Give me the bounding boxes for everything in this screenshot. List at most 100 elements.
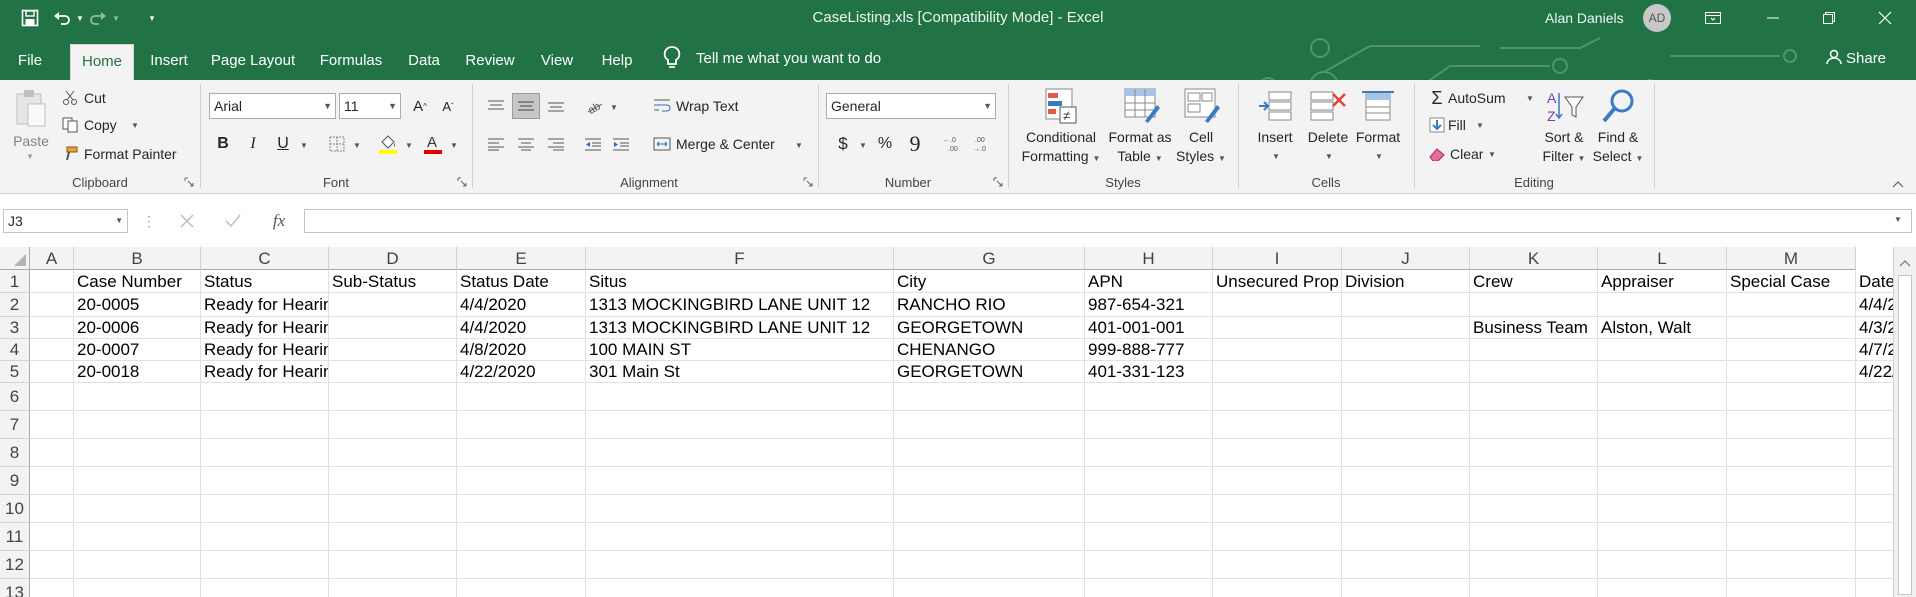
sheet-cell[interactable] [1727, 411, 1856, 439]
sheet-cell[interactable] [1342, 411, 1470, 439]
sheet-cell[interactable] [1342, 467, 1470, 495]
number-launcher-icon[interactable] [993, 177, 1003, 187]
find-select-button[interactable]: Select ▼ [1592, 147, 1644, 168]
sheet-cell[interactable] [1342, 361, 1470, 383]
sheet-cell[interactable] [894, 579, 1085, 597]
sheet-cell[interactable] [30, 439, 74, 467]
align-right-icon[interactable] [542, 131, 570, 157]
sheet-cell[interactable] [329, 579, 457, 597]
sheet-cell[interactable] [30, 293, 74, 317]
comma-style-button[interactable]: 9 [904, 131, 926, 157]
paste-dropdown-icon[interactable]: ▼ [26, 152, 34, 161]
sheet-cell[interactable] [74, 523, 201, 551]
column-header[interactable]: D [329, 247, 457, 270]
insert-dropdown-icon[interactable]: ▼ [1272, 152, 1280, 161]
sheet-cell[interactable] [586, 523, 894, 551]
sheet-cell[interactable] [329, 495, 457, 523]
sheet-cell[interactable] [894, 439, 1085, 467]
italic-button[interactable]: I [242, 131, 264, 157]
cut-button[interactable]: Cut [84, 88, 106, 108]
sheet-cell[interactable] [1342, 293, 1470, 317]
sheet-cell[interactable] [457, 495, 586, 523]
sheet-cell[interactable]: Ready for Hearing [201, 339, 329, 361]
sheet-cell[interactable] [1085, 523, 1213, 551]
tab-data[interactable]: Data [400, 44, 448, 80]
sheet-cell[interactable] [1213, 579, 1342, 597]
sheet-cell[interactable] [1470, 495, 1598, 523]
orientation-dropdown-icon[interactable]: ▼ [610, 103, 618, 112]
sheet-cell[interactable] [30, 270, 74, 293]
paste-icon[interactable] [10, 86, 52, 130]
sheet-cell[interactable] [894, 383, 1085, 411]
cell-styles-label-1[interactable]: Cell [1168, 128, 1234, 147]
sheet-cell[interactable] [1342, 317, 1470, 339]
sheet-cell[interactable] [586, 495, 894, 523]
fill-color-icon[interactable] [375, 131, 401, 157]
sheet-cell[interactable] [1727, 361, 1856, 383]
sheet-cell[interactable] [1342, 551, 1470, 579]
column-header[interactable]: F [586, 247, 894, 270]
sheet-cell[interactable] [1470, 523, 1598, 551]
sheet-cell[interactable]: 20-0006 [74, 317, 201, 339]
sheet-cell[interactable]: 20-0018 [74, 361, 201, 383]
row-header[interactable]: 4 [0, 339, 30, 361]
sheet-cell[interactable] [329, 361, 457, 383]
sheet-cell[interactable]: 4/4/2020 [457, 293, 586, 317]
row-header[interactable]: 8 [0, 439, 30, 467]
scroll-thumb[interactable] [1898, 275, 1912, 595]
accounting-dropdown-icon[interactable]: ▼ [859, 141, 867, 150]
sheet-cell[interactable]: Ready for Hearing [201, 317, 329, 339]
select-all-corner[interactable] [0, 247, 30, 270]
column-header[interactable]: A [30, 247, 74, 270]
align-center-icon[interactable] [512, 131, 540, 157]
name-box[interactable]: J3 ▼ [3, 209, 128, 233]
sheet-cell[interactable]: 999-888-777 [1085, 339, 1213, 361]
underline-dropdown-icon[interactable]: ▼ [300, 141, 308, 150]
sheet-cell[interactable]: Status [201, 270, 329, 293]
tab-page-layout[interactable]: Page Layout [206, 44, 300, 80]
sheet-cell[interactable] [329, 551, 457, 579]
minimize-icon[interactable] [1750, 0, 1796, 36]
sheet-cell[interactable]: Ready for Hearing [201, 361, 329, 383]
sheet-cell[interactable]: RANCHO RIO [894, 293, 1085, 317]
sheet-cell[interactable]: Situs [586, 270, 894, 293]
sheet-cell[interactable] [457, 523, 586, 551]
sheet-cell[interactable] [329, 339, 457, 361]
sheet-cell[interactable] [1342, 439, 1470, 467]
sheet-cell[interactable] [1085, 495, 1213, 523]
tab-help[interactable]: Help [592, 44, 642, 80]
row-header[interactable]: 9 [0, 467, 30, 495]
sheet-cell[interactable] [74, 439, 201, 467]
decrease-font-size-icon[interactable]: Aˇ [436, 93, 460, 119]
column-header[interactable]: G [894, 247, 1085, 270]
find-select-label-1[interactable]: Find & [1592, 128, 1644, 147]
font-name-combo[interactable]: Arial ▼ [209, 93, 336, 119]
redo-icon[interactable] [86, 0, 110, 36]
sheet-cell[interactable] [457, 467, 586, 495]
tab-formulas[interactable]: Formulas [312, 44, 390, 80]
sheet-cell[interactable]: 987-654-321 [1085, 293, 1213, 317]
sheet-cell[interactable] [1727, 523, 1856, 551]
tab-insert[interactable]: Insert [140, 44, 198, 80]
sheet-cell[interactable] [30, 383, 74, 411]
sheet-cell[interactable] [201, 495, 329, 523]
sheet-cell[interactable]: Ready for Hearing [201, 293, 329, 317]
paste-label[interactable]: Paste [10, 132, 52, 151]
sheet-cell[interactable] [30, 361, 74, 383]
sheet-cell[interactable] [1727, 439, 1856, 467]
ribbon-display-options-icon[interactable] [1690, 0, 1736, 36]
sheet-cell[interactable] [457, 439, 586, 467]
delete-cells-button[interactable]: Delete [1300, 128, 1356, 147]
sheet-cell[interactable] [201, 551, 329, 579]
sheet-cell[interactable] [329, 439, 457, 467]
sheet-cell[interactable] [1727, 467, 1856, 495]
fill-button[interactable]: Fill [1448, 115, 1466, 135]
sheet-cell[interactable]: Business Team [1470, 317, 1598, 339]
sheet-cell[interactable]: 401-331-123 [1085, 361, 1213, 383]
lightbulb-icon[interactable] [661, 44, 683, 72]
sheet-cell[interactable] [1598, 579, 1727, 597]
orientation-icon[interactable]: ab [582, 93, 608, 119]
sheet-cell[interactable] [30, 317, 74, 339]
sheet-cell[interactable] [457, 383, 586, 411]
expand-formula-bar-icon[interactable]: ▼ [1894, 215, 1902, 224]
